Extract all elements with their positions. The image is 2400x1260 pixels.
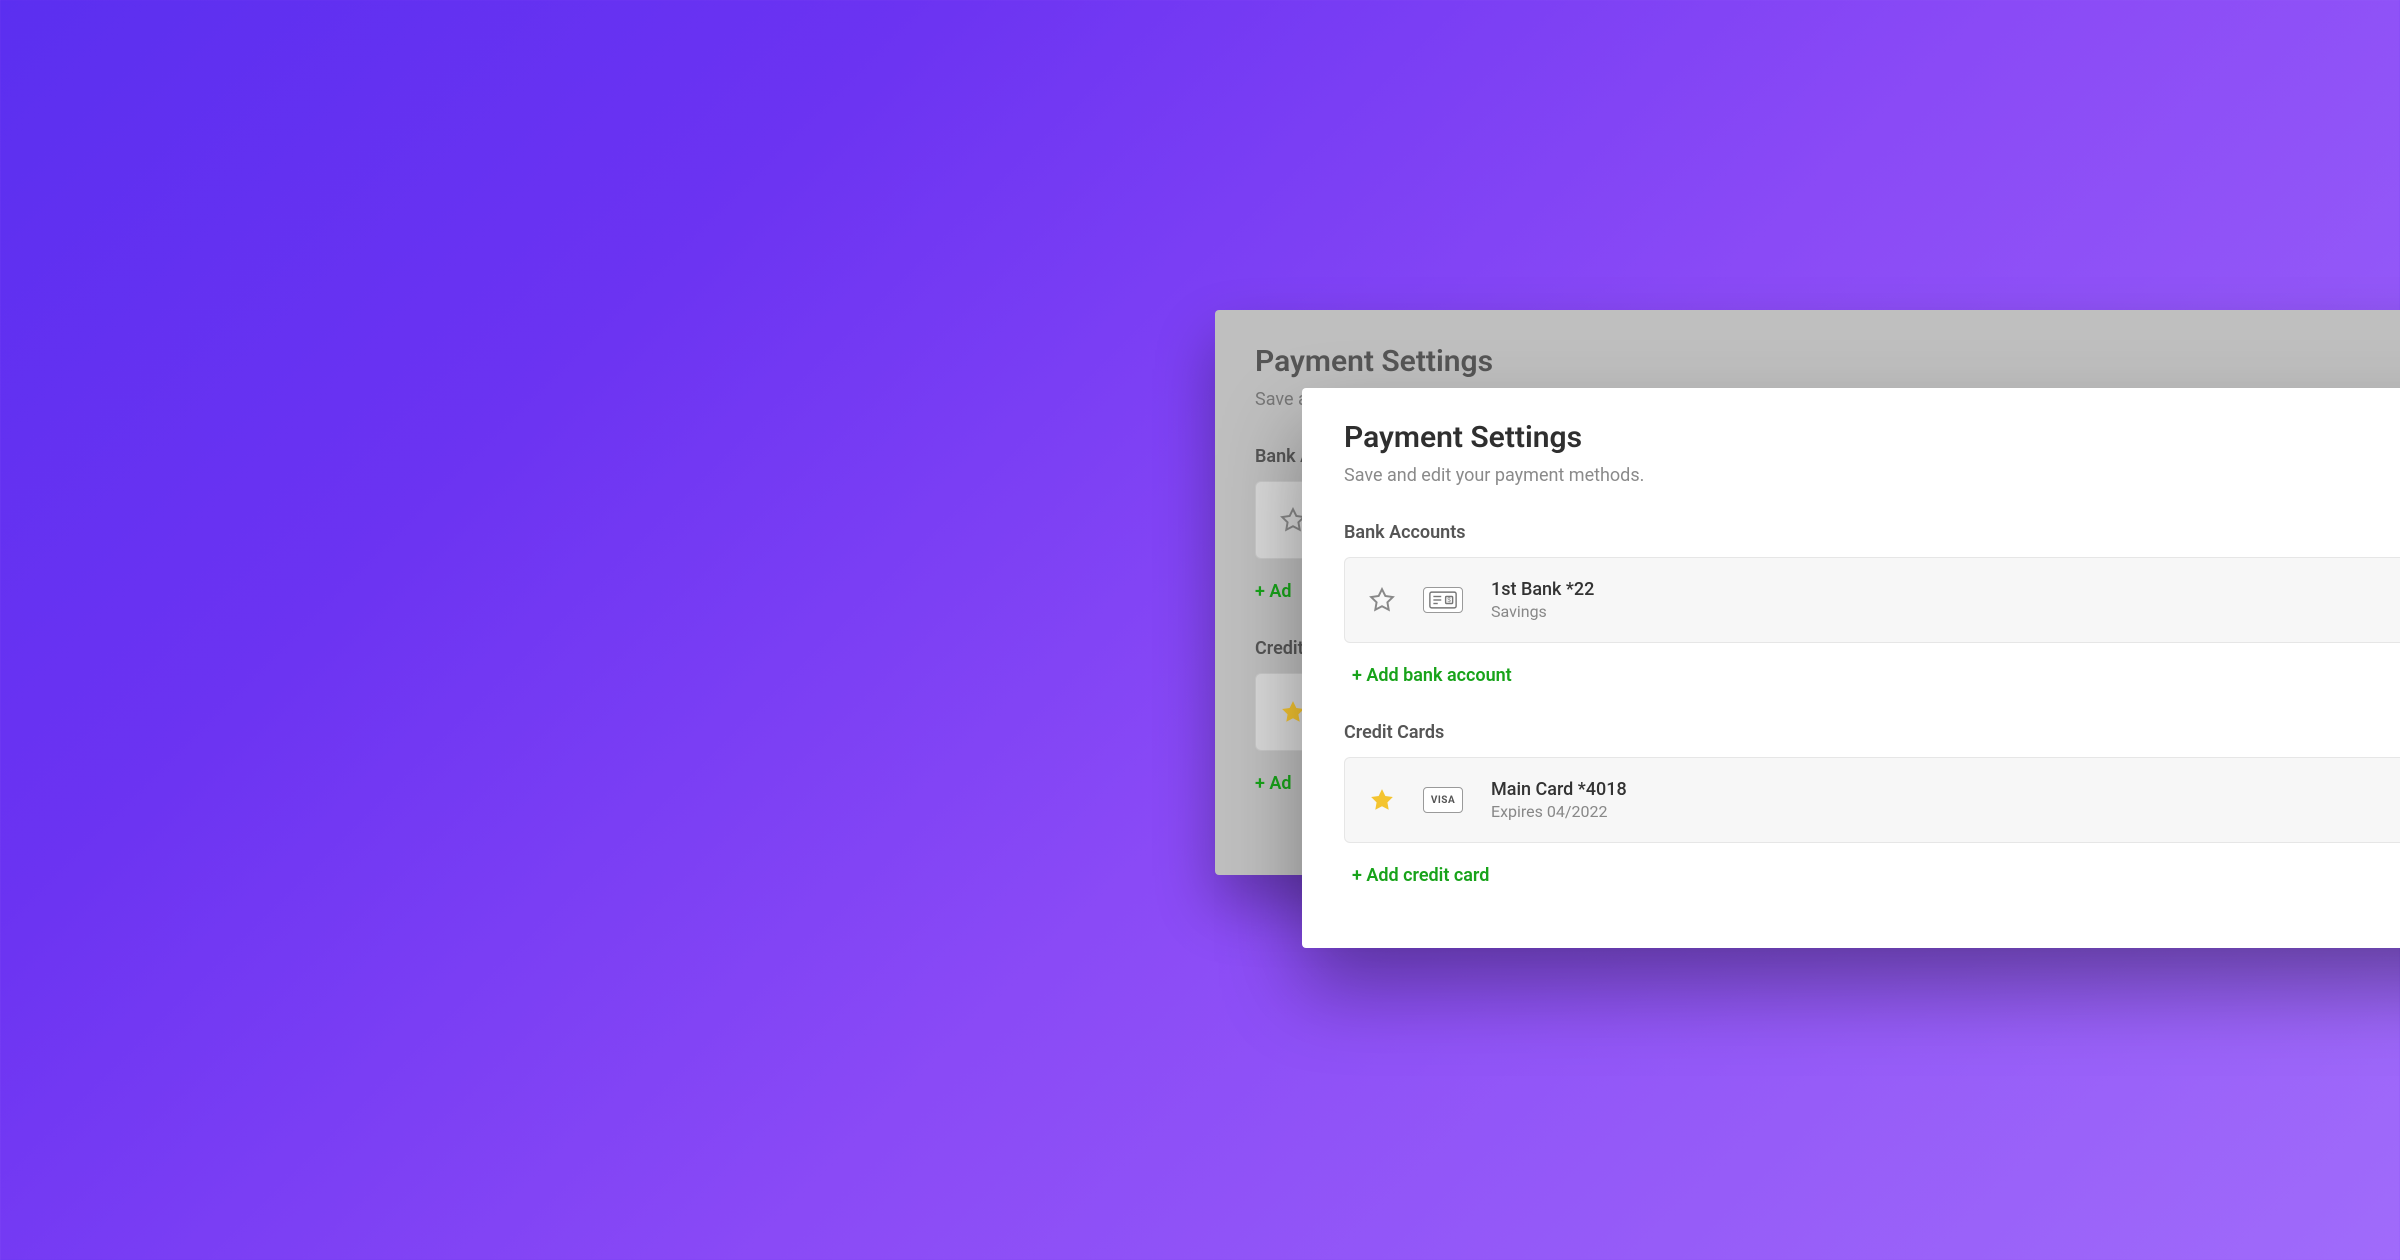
- payment-settings-card: Payment Settings Save and edit your paym…: [1302, 388, 2400, 948]
- bank-account-meta: Savings: [1491, 602, 1594, 621]
- svg-text:$: $: [1447, 597, 1451, 604]
- page-title-back: Payment Settings: [1255, 344, 2400, 379]
- star-filled-icon[interactable]: [1369, 787, 1395, 813]
- credit-card-row[interactable]: VISA Main Card *4018 Expires 04/2022: [1344, 757, 2400, 843]
- add-credit-card-link[interactable]: + Add credit card: [1352, 865, 1489, 886]
- bank-account-texts: 1st Bank *22 Savings: [1491, 579, 1594, 621]
- credit-card-meta: Expires 04/2022: [1491, 802, 1627, 821]
- page-subtitle: Save and edit your payment methods.: [1344, 465, 2400, 486]
- star-outline-icon[interactable]: [1369, 587, 1395, 613]
- credit-card-title: Main Card *4018: [1491, 779, 1627, 800]
- bank-section-label: Bank Accounts: [1344, 522, 2400, 543]
- add-bank-account-link[interactable]: + Add bank account: [1352, 665, 1512, 686]
- visa-icon: VISA: [1423, 787, 1463, 813]
- cards-section-label: Credit Cards: [1344, 722, 2400, 743]
- bank-account-row[interactable]: $ 1st Bank *22 Savings: [1344, 557, 2400, 643]
- bank-account-title: 1st Bank *22: [1491, 579, 1594, 600]
- page-title: Payment Settings: [1344, 420, 2400, 455]
- credit-card-texts: Main Card *4018 Expires 04/2022: [1491, 779, 1627, 821]
- check-icon: $: [1423, 587, 1463, 613]
